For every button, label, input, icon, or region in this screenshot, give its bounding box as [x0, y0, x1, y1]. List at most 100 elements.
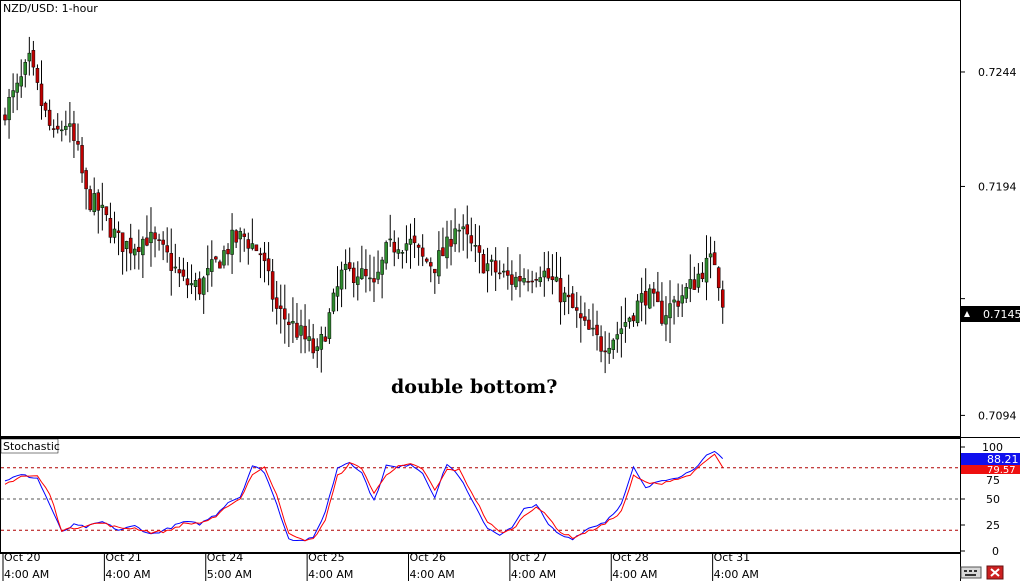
candle-body: [566, 294, 571, 298]
candle-body: [185, 278, 190, 286]
stoch-tick-label: 0: [992, 545, 999, 558]
candle-body: [254, 244, 259, 252]
candle-body: [218, 261, 222, 269]
candle-body: [266, 258, 271, 272]
candle-body: [457, 229, 461, 232]
candle-body: [408, 238, 413, 245]
candle-body: [120, 232, 125, 252]
candle-body: [473, 245, 478, 247]
stochastic-panel: [0, 438, 961, 553]
candle-body: [88, 189, 92, 211]
candle-body: [339, 269, 344, 290]
symbol-label: NZD/USD: 1-hour: [3, 2, 98, 15]
candle-body: [668, 303, 672, 319]
candle-body: [364, 268, 368, 277]
candle-body: [412, 235, 417, 244]
candle-body: [692, 279, 697, 290]
candle-body: [311, 338, 315, 354]
candle-body: [558, 278, 563, 303]
candle-body: [497, 272, 502, 275]
candle-body: [347, 262, 352, 270]
candle-body: [656, 291, 660, 303]
date-tick-label: Oct 27: [511, 551, 548, 564]
candle-body: [469, 235, 474, 244]
time-tick-label: 4:00 AM: [308, 568, 353, 581]
candle-body: [23, 62, 28, 75]
time-tick-label: 4:00 AM: [410, 568, 455, 581]
candle-body: [437, 250, 441, 277]
candle-body: [250, 243, 255, 249]
indicator-label: Stochastic: [3, 440, 60, 453]
candle-body: [7, 96, 11, 121]
candle-body: [660, 300, 664, 324]
date-tick-label: Oct 28: [612, 551, 649, 564]
candle-body: [489, 259, 494, 262]
candle-body: [177, 269, 182, 274]
candle-body: [522, 278, 526, 283]
candle-body: [502, 270, 506, 273]
candle-body: [647, 288, 652, 309]
close-chart-icon[interactable]: [986, 565, 1004, 580]
candle-body: [133, 248, 137, 256]
candle-body: [323, 336, 328, 342]
candle-body: [246, 239, 251, 249]
candle-body: [100, 204, 105, 208]
candle-body: [587, 319, 591, 330]
candle-body: [307, 336, 311, 341]
candle-body: [700, 272, 705, 280]
candle-body: [372, 278, 376, 283]
price-tick-label: 0.7094: [978, 409, 1017, 422]
candle-body: [165, 245, 169, 253]
candle-body: [514, 276, 518, 288]
candle-body: [400, 252, 405, 254]
candle-body: [295, 322, 299, 338]
candle-body: [550, 276, 555, 281]
candle-body: [424, 258, 429, 262]
time-tick-label: 4:00 AM: [511, 568, 556, 581]
candle-body: [376, 271, 380, 280]
keyboard-icon[interactable]: [960, 566, 982, 579]
candle-body: [283, 308, 287, 320]
pattern-annotation: double bottom?: [391, 376, 557, 398]
candle-body: [712, 252, 717, 266]
candle-body: [201, 277, 206, 295]
candle-body: [55, 125, 60, 130]
candle-body: [153, 232, 157, 240]
candle-body: [108, 217, 113, 238]
candle-body: [145, 237, 149, 246]
candle-body: [193, 280, 198, 287]
candle-body: [635, 300, 640, 324]
candle-body: [137, 246, 141, 252]
candle-body: [197, 278, 202, 295]
candle-body: [518, 275, 522, 282]
candle-body: [356, 276, 360, 285]
candle-body: [380, 259, 384, 275]
candle-body: [388, 238, 392, 241]
candle-body: [238, 231, 242, 240]
candle-body: [206, 268, 210, 276]
candle-body: [720, 289, 725, 308]
candle-body: [234, 230, 238, 243]
candle-body: [477, 245, 482, 253]
candle-body: [433, 268, 437, 274]
candle-body: [84, 170, 88, 190]
candle-body: [68, 123, 72, 127]
candle-body: [331, 292, 336, 312]
candle-body: [676, 300, 680, 307]
candle-body: [128, 237, 133, 254]
candle-body: [327, 312, 332, 339]
candle-body: [481, 254, 486, 274]
candle-body: [39, 83, 44, 106]
candle-body: [441, 247, 445, 257]
candle-body: [343, 263, 348, 270]
candle-body: [506, 270, 510, 276]
price-axis: 0.72440.71940.70941005025075: [960, 0, 1017, 581]
candle-body: [420, 247, 425, 257]
candle-body: [291, 321, 295, 324]
candle-body: [696, 273, 701, 288]
candle-body: [64, 125, 68, 130]
date-tick-label: Oct 21: [105, 551, 142, 564]
candle-body: [639, 293, 644, 303]
candle-body: [704, 257, 709, 283]
candle-body: [15, 82, 19, 93]
